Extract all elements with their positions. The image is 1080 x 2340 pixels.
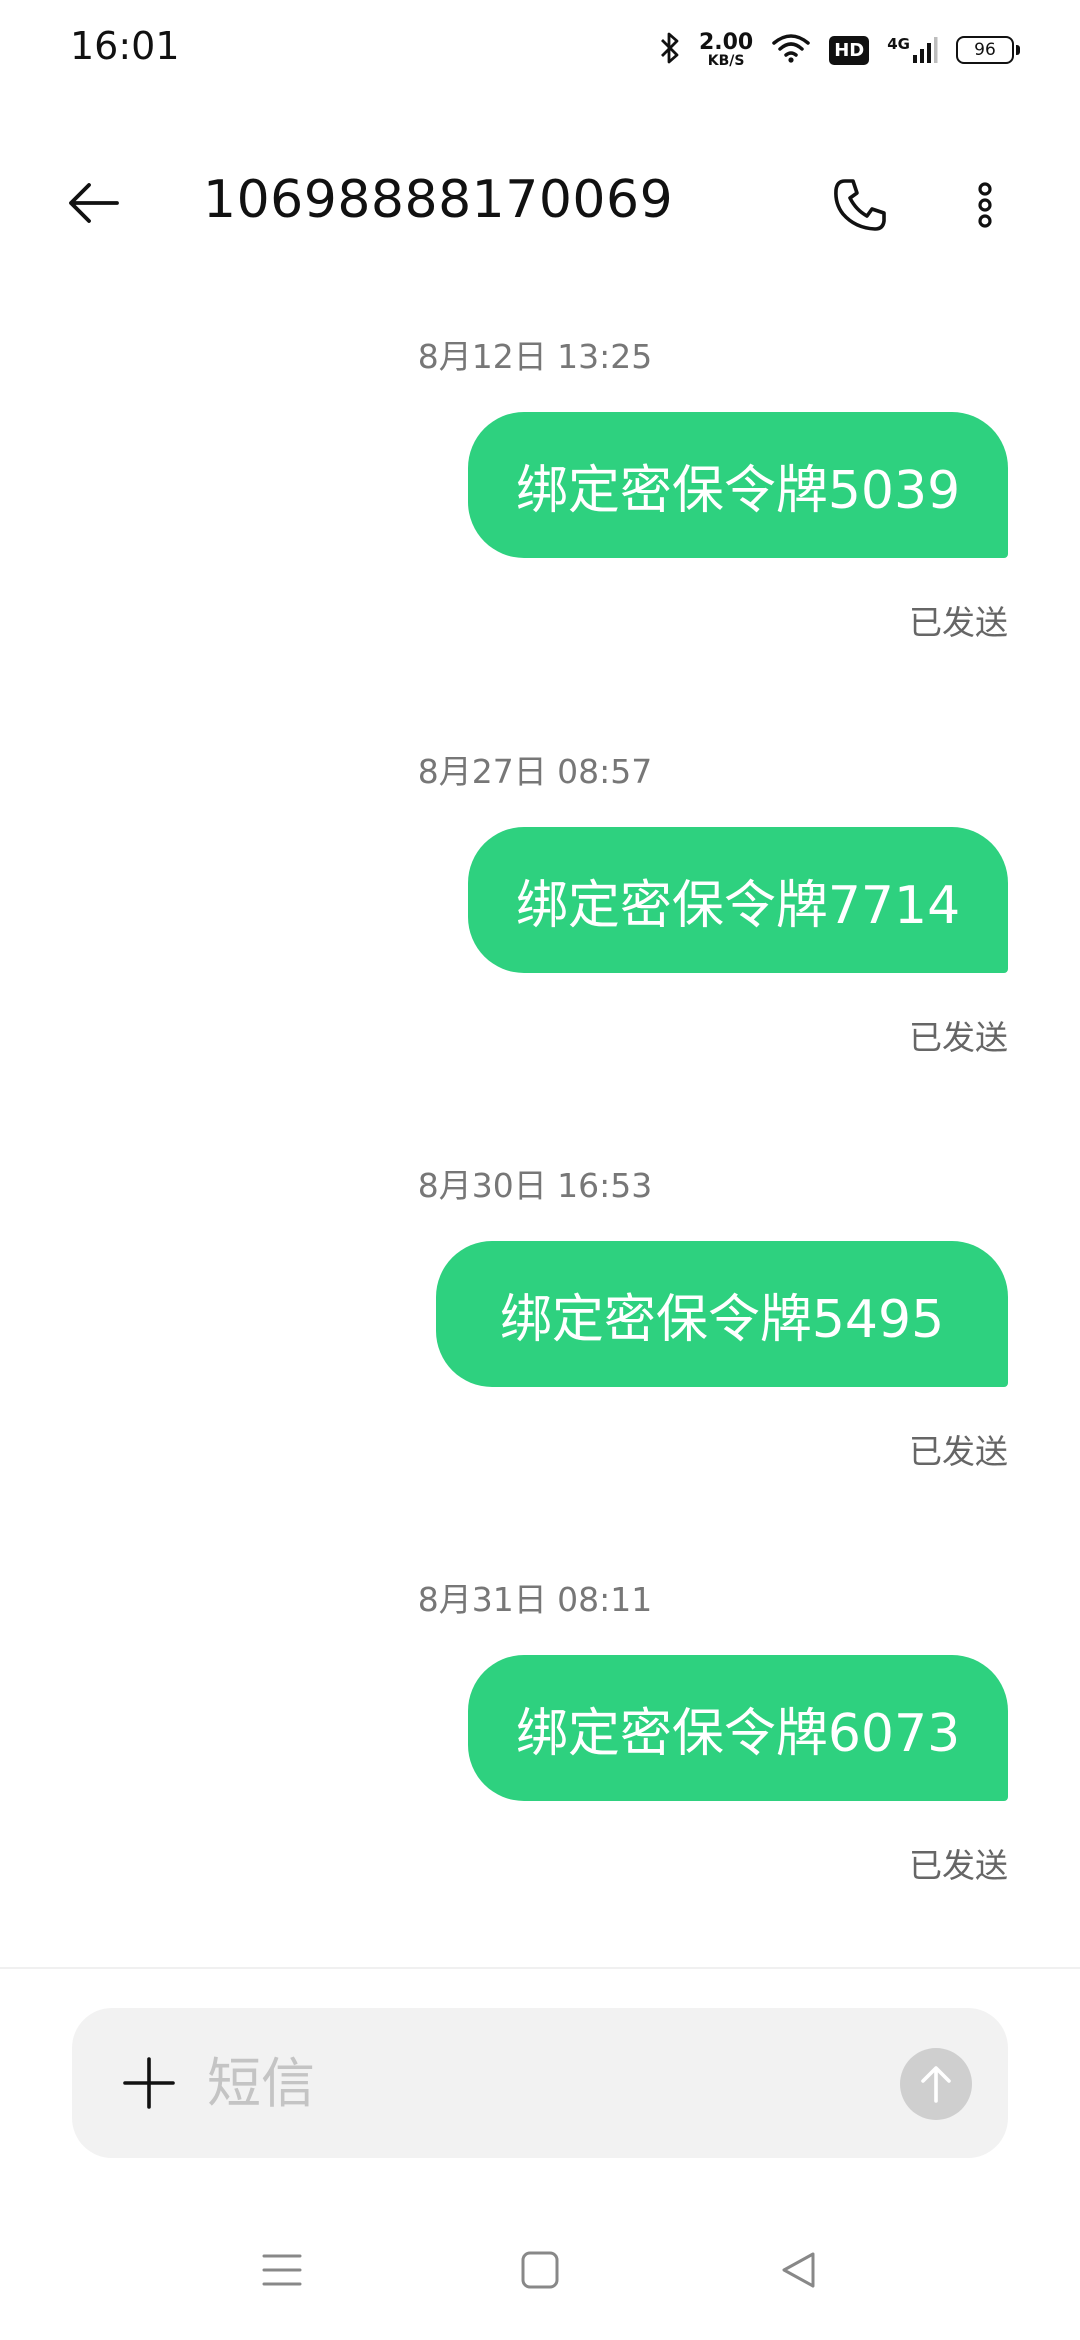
message-input[interactable] xyxy=(207,2038,847,2128)
attach-button[interactable] xyxy=(112,2046,186,2120)
sms-conversation-screen: 16:01 2.00 KB/S HD 4G 96 10698888170069 … xyxy=(0,0,1080,2340)
recent-apps-button[interactable] xyxy=(242,2230,322,2310)
call-button[interactable] xyxy=(820,170,900,240)
battery-icon: 96 xyxy=(956,36,1020,64)
network-speed: 2.00 KB/S xyxy=(698,30,754,69)
message-status: 已发送 xyxy=(909,1846,1008,1885)
back-arrow-icon xyxy=(69,183,119,223)
phone-icon xyxy=(834,179,886,231)
system-navigation-bar xyxy=(0,2230,1080,2320)
square-icon xyxy=(521,2251,559,2289)
cellular-signal-icon: 4G xyxy=(887,35,938,65)
more-vertical-icon xyxy=(978,182,992,228)
conversation-header: 10698888170069 xyxy=(0,150,1080,250)
plus-icon xyxy=(123,2057,175,2109)
back-nav-button[interactable] xyxy=(758,2230,838,2310)
triangle-back-icon xyxy=(782,2252,815,2288)
menu-icon xyxy=(262,2254,302,2286)
home-button[interactable] xyxy=(500,2230,580,2310)
message-bubble[interactable]: 绑定密保令牌5039 xyxy=(468,412,1008,558)
contact-number-title: 10698888170069 xyxy=(203,170,674,230)
wifi-icon xyxy=(771,32,811,68)
message-timestamp: 8月30日 16:53 xyxy=(417,1166,653,1205)
status-time: 16:01 xyxy=(70,24,180,68)
message-bubble[interactable]: 绑定密保令牌6073 xyxy=(468,1655,1008,1801)
arrow-up-icon xyxy=(921,2066,951,2103)
message-timestamp: 8月31日 08:11 xyxy=(417,1580,653,1619)
status-icons: 2.00 KB/S HD 4G 96 xyxy=(659,26,1020,74)
hd-icon: HD xyxy=(829,35,870,65)
message-status: 已发送 xyxy=(909,603,1008,642)
status-bar: 16:01 2.00 KB/S HD 4G 96 xyxy=(0,0,1080,100)
message-timestamp: 8月27日 08:57 xyxy=(417,752,653,791)
message-status: 已发送 xyxy=(909,1432,1008,1471)
more-options-button[interactable] xyxy=(950,170,1020,240)
message-composer xyxy=(72,2008,1008,2158)
back-button[interactable] xyxy=(58,168,128,238)
message-timestamp: 8月12日 13:25 xyxy=(417,337,653,376)
bluetooth-icon xyxy=(659,31,681,69)
message-status: 已发送 xyxy=(909,1018,1008,1057)
message-bubble[interactable]: 绑定密保令牌5495 xyxy=(436,1241,1008,1387)
message-bubble[interactable]: 绑定密保令牌7714 xyxy=(468,827,1008,973)
composer-divider xyxy=(0,1967,1080,1969)
send-button[interactable] xyxy=(900,2048,972,2120)
